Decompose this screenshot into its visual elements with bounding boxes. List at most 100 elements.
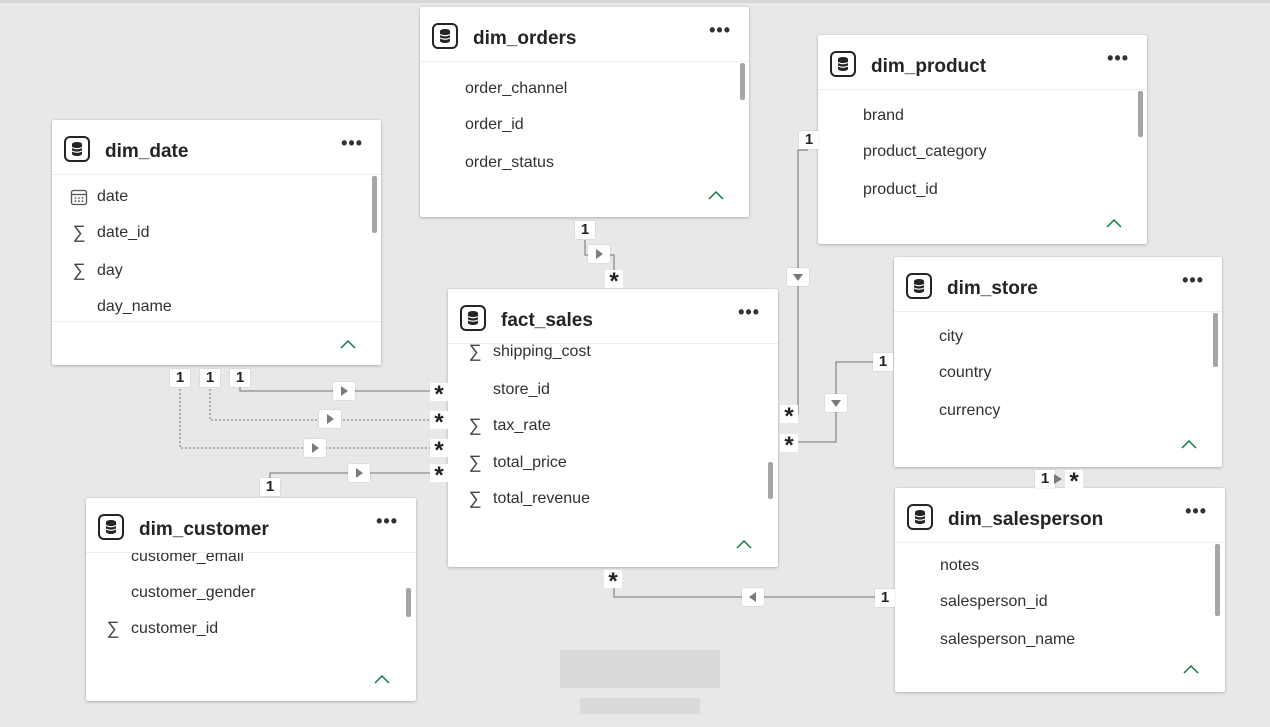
- filter-direction-down-icon[interactable]: [825, 394, 847, 412]
- cardinality-many: *: [430, 439, 448, 463]
- field-label: total_revenue: [493, 490, 590, 507]
- field-row[interactable]: ∑ total_price: [448, 451, 758, 477]
- cardinality-one: 1: [170, 369, 190, 387]
- cardinality-one: 1: [200, 369, 220, 387]
- collapse-chevron-icon[interactable]: [1182, 663, 1200, 675]
- field-row[interactable]: salesperson_name: [895, 628, 1205, 654]
- canvas-watermark: [560, 650, 720, 714]
- filter-direction-right-icon[interactable]: [304, 439, 326, 457]
- field-row[interactable]: order_channel: [420, 77, 729, 103]
- field-list[interactable]: order_channel order_id order_status: [420, 62, 749, 202]
- filter-direction-right-icon[interactable]: [333, 382, 355, 400]
- table-header[interactable]: dim_customer •••: [86, 498, 416, 553]
- table-header[interactable]: dim_store •••: [894, 257, 1222, 312]
- field-label: store_id: [493, 381, 550, 398]
- cardinality-one: 1: [799, 131, 819, 149]
- table-card-dim-orders[interactable]: dim_orders ••• order_channel order_id or…: [420, 7, 749, 217]
- more-options-icon[interactable]: •••: [709, 21, 731, 39]
- scrollbar-thumb[interactable]: [1213, 313, 1218, 367]
- sigma-icon: ∑: [468, 452, 482, 472]
- field-label: currency: [939, 402, 1001, 419]
- field-row[interactable]: ∑ date_id: [52, 221, 361, 247]
- model-canvas[interactable]: dim_orders ••• order_channel order_id or…: [0, 0, 1270, 727]
- collapse-chevron-icon[interactable]: [1105, 217, 1123, 229]
- field-list[interactable]: city country currency: [894, 312, 1222, 452]
- scrollbar-thumb[interactable]: [372, 176, 377, 233]
- field-row[interactable]: currency: [894, 399, 1202, 425]
- field-row[interactable]: ∑ customer_id: [86, 617, 396, 643]
- table-card-dim-customer[interactable]: dim_customer ••• customer_email customer…: [86, 498, 416, 701]
- field-row[interactable]: brand: [818, 104, 1127, 130]
- table-header[interactable]: dim_salesperson •••: [895, 488, 1225, 543]
- field-row[interactable]: customer_gender: [86, 581, 396, 607]
- field-list[interactable]: date ∑ date_id ∑ day day_name: [52, 175, 381, 322]
- filter-direction-down-icon[interactable]: [787, 268, 809, 286]
- database-icon: [432, 23, 458, 49]
- table-header[interactable]: dim_product •••: [818, 35, 1147, 90]
- table-title: dim_salesperson: [948, 509, 1104, 530]
- field-row[interactable]: ∑ tax_rate: [448, 414, 758, 440]
- field-list[interactable]: notes salesperson_id salesperson_name: [895, 543, 1225, 683]
- field-row[interactable]: order_status: [420, 151, 729, 177]
- filter-direction-right-icon[interactable]: [588, 245, 610, 263]
- table-card-fact-sales[interactable]: fact_sales ••• ∑ shipping_cost store_id ∑…: [448, 289, 778, 567]
- field-row[interactable]: product_category: [818, 140, 1127, 166]
- field-row[interactable]: order_id: [420, 113, 729, 139]
- database-icon: [64, 136, 90, 162]
- filter-direction-right-icon[interactable]: [319, 410, 341, 428]
- field-row[interactable]: customer_email: [86, 553, 396, 571]
- field-row[interactable]: store_id: [448, 378, 758, 404]
- collapse-chevron-icon[interactable]: [735, 538, 753, 550]
- field-row[interactable]: day_name: [52, 295, 361, 321]
- table-title: dim_store: [947, 278, 1038, 299]
- field-label: shipping_cost: [493, 344, 591, 360]
- field-label: product_category: [863, 143, 987, 160]
- more-options-icon[interactable]: •••: [1107, 49, 1129, 67]
- sigma-icon: ∑: [468, 415, 482, 435]
- filter-direction-right-icon[interactable]: [348, 464, 370, 482]
- field-row[interactable]: notes: [895, 554, 1205, 580]
- collapse-chevron-icon[interactable]: [339, 338, 357, 350]
- table-header[interactable]: dim_orders •••: [420, 7, 749, 62]
- scrollbar-thumb[interactable]: [768, 462, 773, 499]
- field-list[interactable]: customer_email customer_gender ∑ customer…: [86, 553, 416, 693]
- collapse-chevron-icon[interactable]: [707, 189, 725, 201]
- table-header[interactable]: dim_date •••: [52, 120, 381, 175]
- filter-direction-left-icon[interactable]: [742, 588, 764, 606]
- field-row[interactable]: ∑ day: [52, 259, 361, 285]
- table-card-dim-store[interactable]: dim_store ••• city country currency: [894, 257, 1222, 467]
- field-row[interactable]: country: [894, 361, 1202, 387]
- scrollbar-thumb[interactable]: [740, 63, 745, 100]
- more-options-icon[interactable]: •••: [738, 303, 760, 321]
- field-list[interactable]: brand product_category product_id: [818, 90, 1147, 230]
- more-options-icon[interactable]: •••: [1185, 502, 1207, 520]
- more-options-icon[interactable]: •••: [1182, 271, 1204, 289]
- table-card-dim-date[interactable]: dim_date ••• date ∑ date_id ∑ day day_name: [52, 120, 381, 365]
- field-row[interactable]: ∑ shipping_cost: [448, 344, 758, 366]
- field-row[interactable]: city: [894, 325, 1202, 351]
- field-list[interactable]: ∑ shipping_cost store_id ∑ tax_rate ∑ total…: [448, 344, 778, 522]
- cardinality-many: *: [1065, 470, 1083, 494]
- database-icon: [98, 514, 124, 540]
- collapse-chevron-icon[interactable]: [373, 673, 391, 685]
- scrollbar-thumb[interactable]: [406, 588, 411, 617]
- field-label: customer_id: [131, 620, 219, 637]
- field-row[interactable]: ∑ total_revenue: [448, 487, 758, 513]
- collapse-chevron-icon[interactable]: [1180, 438, 1198, 450]
- sigma-icon: ∑: [468, 344, 482, 361]
- table-card-dim-salesperson[interactable]: dim_salesperson ••• notes salesperson_id…: [895, 488, 1225, 692]
- cardinality-many: *: [780, 434, 798, 458]
- field-row[interactable]: date: [52, 185, 361, 211]
- scrollbar-thumb[interactable]: [1138, 91, 1143, 137]
- more-options-icon[interactable]: •••: [376, 512, 398, 530]
- field-row[interactable]: salesperson_id: [895, 590, 1205, 616]
- more-options-icon[interactable]: •••: [341, 134, 363, 152]
- table-card-dim-product[interactable]: dim_product ••• brand product_category p…: [818, 35, 1147, 244]
- field-label: product_id: [863, 181, 938, 198]
- filter-direction-right-icon[interactable]: [1052, 472, 1064, 486]
- table-title: dim_customer: [139, 519, 269, 540]
- table-header[interactable]: fact_sales •••: [448, 289, 778, 344]
- database-icon: [907, 504, 933, 530]
- scrollbar-thumb[interactable]: [1215, 544, 1220, 616]
- field-row[interactable]: product_id: [818, 178, 1127, 204]
